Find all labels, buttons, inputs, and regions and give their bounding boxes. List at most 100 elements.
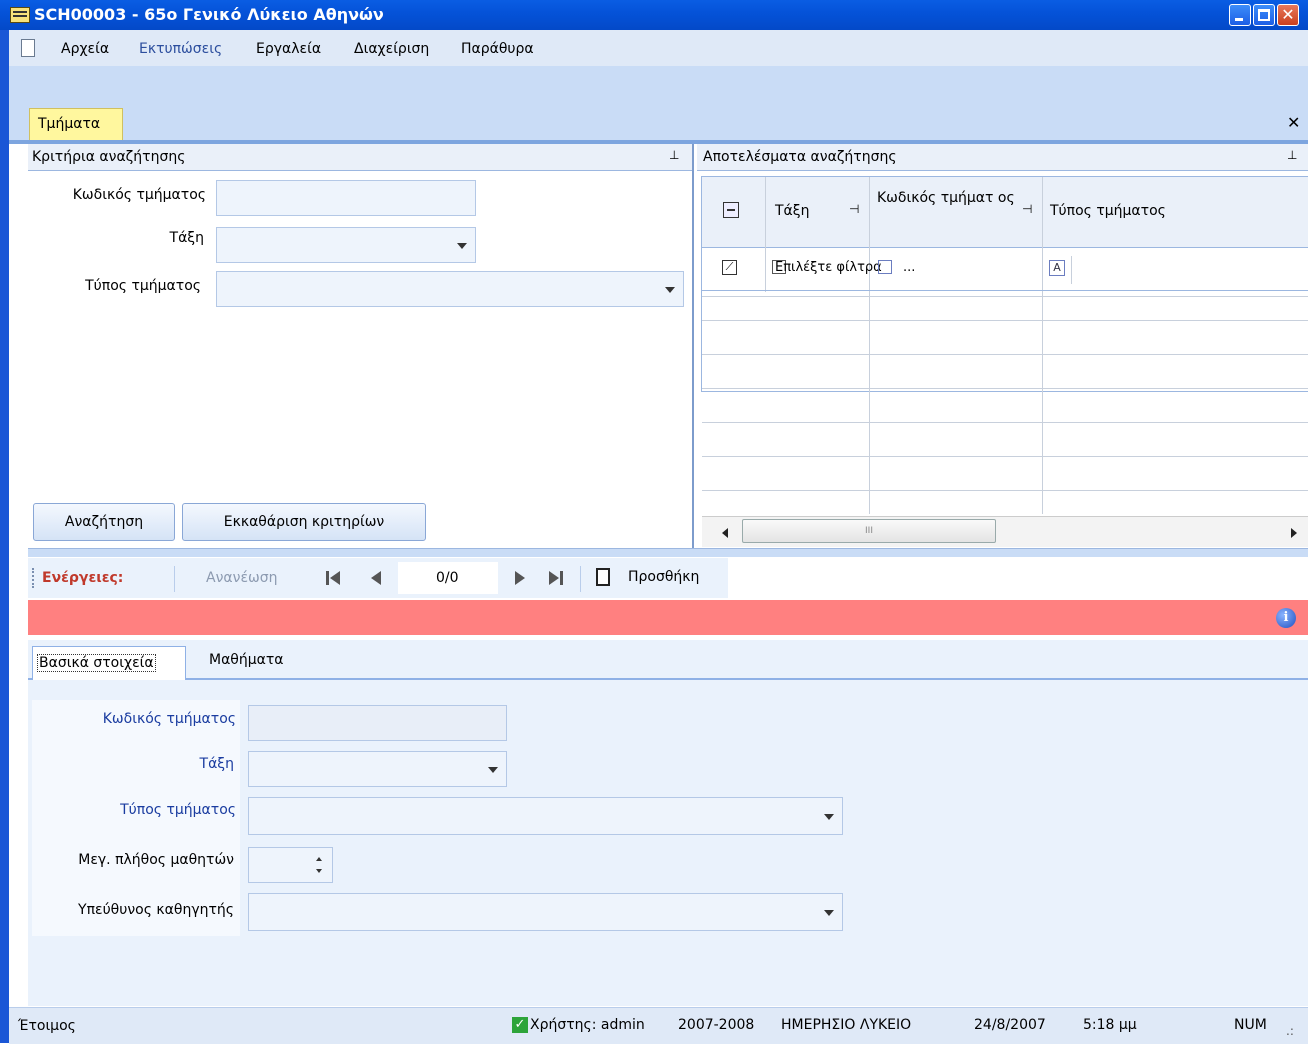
document-tab-strip xyxy=(9,66,1308,144)
filter-operator-icon[interactable] xyxy=(878,260,892,274)
grid-divider xyxy=(869,320,870,514)
minimize-button[interactable] xyxy=(1229,4,1251,26)
grid-divider xyxy=(1042,320,1043,514)
clear-criteria-button[interactable]: Εκκαθάριση κριτηρίων xyxy=(182,503,426,541)
actions-toolbar: Ενέργειες: Ανανέωση 0/0 Προσθήκη xyxy=(28,558,728,598)
grid-row-line xyxy=(702,422,1308,423)
info-icon[interactable]: i xyxy=(1276,608,1296,628)
close-window-button[interactable]: ✕ xyxy=(1277,4,1299,26)
tab-basic-info-label: Βασικά στοιχεία xyxy=(37,654,156,672)
menu-prints[interactable]: Εκτυπώσεις xyxy=(139,41,222,57)
criteria-class-select[interactable] xyxy=(216,227,476,263)
document-icon xyxy=(21,39,35,57)
grid-row-line xyxy=(702,354,1308,355)
grid-row-line xyxy=(702,490,1308,491)
max-students-stepper[interactable] xyxy=(248,847,333,883)
maximize-button[interactable] xyxy=(1253,4,1275,26)
notification-bar: i xyxy=(28,600,1308,635)
refresh-button[interactable]: Ανανέωση xyxy=(206,570,277,586)
column-header-type[interactable]: Τύπος τμήματος xyxy=(1050,203,1166,219)
status-num: NUM xyxy=(1234,1017,1267,1033)
results-header: Αποτελέσματα αναζήτησης ⊥ xyxy=(697,144,1308,171)
menu-windows[interactable]: Παράθυρα xyxy=(461,41,534,57)
detail-class-label: Τάξη xyxy=(199,756,234,772)
stepper-down-icon[interactable] xyxy=(316,869,322,873)
toolbar-grip xyxy=(32,568,36,588)
record-position: 0/0 xyxy=(436,570,459,586)
grid-row-line xyxy=(702,388,1308,389)
detail-form-area xyxy=(28,680,1308,1006)
detail-type-label: Τύπος τμήματος xyxy=(120,802,236,818)
criteria-code-input[interactable] xyxy=(216,180,476,216)
menu-bar: Αρχεία Εκτυπώσεις Εργαλεία Διαχείριση Πα… xyxy=(9,30,1308,67)
tab-classes-label: Τμήματα xyxy=(38,116,101,132)
close-icon: ✕ xyxy=(1281,5,1295,24)
check-icon: ✓ xyxy=(512,1017,528,1033)
scroll-thumb-grip: III xyxy=(865,526,873,536)
chevron-down-icon xyxy=(488,767,498,773)
status-year: 2007-2008 xyxy=(678,1017,755,1033)
criteria-class-label: Τάξη xyxy=(169,230,204,246)
scroll-right-icon[interactable] xyxy=(1291,528,1297,538)
criteria-type-select[interactable] xyxy=(216,271,684,307)
scroll-left-icon[interactable] xyxy=(722,528,728,538)
search-criteria-title: Κριτήρια αναζήτησης xyxy=(32,149,186,165)
tab-classes[interactable]: Τμήματα xyxy=(29,108,123,140)
filter-text-icon[interactable]: A xyxy=(1049,260,1065,276)
app-icon xyxy=(10,7,30,23)
last-record-icon[interactable] xyxy=(546,568,568,588)
detail-tab-strip: Βασικά στοιχεία Μαθήματα xyxy=(28,640,1308,680)
criteria-type-label: Τύπος τμήματος xyxy=(85,278,201,294)
close-document-icon[interactable]: ✕ xyxy=(1287,113,1300,132)
record-position-field[interactable]: 0/0 xyxy=(398,562,498,594)
next-record-icon[interactable] xyxy=(510,568,532,588)
filter-placeholder[interactable]: Επιλέξτε φίλτρα xyxy=(775,260,882,275)
detail-teacher-select[interactable] xyxy=(248,893,843,931)
detail-teacher-label: Υπεύθυνος καθηγητής xyxy=(78,902,234,918)
first-record-icon[interactable] xyxy=(324,568,346,588)
horizontal-scrollbar[interactable]: III xyxy=(702,516,1308,547)
chevron-down-icon xyxy=(824,814,834,820)
criteria-code-label: Κωδικός τμήματος xyxy=(72,187,206,203)
stepper-up-icon[interactable] xyxy=(316,857,322,861)
label-column-bg xyxy=(32,700,240,936)
search-button[interactable]: Αναζήτηση xyxy=(33,503,175,541)
menu-files[interactable]: Αρχεία xyxy=(61,41,109,57)
column-pin-icon[interactable]: ⊣ xyxy=(849,202,859,216)
grid-divider xyxy=(1071,256,1072,284)
scroll-thumb[interactable]: III xyxy=(742,519,996,543)
grid-row-line xyxy=(702,296,1308,297)
title-bar: SCH00003 - 65ο Γενικό Λύκειο Αθηνών ✕ xyxy=(0,0,1308,30)
filter-ellipsis[interactable]: ... xyxy=(903,260,915,275)
column-header-class[interactable]: Τάξη xyxy=(775,203,809,219)
detail-code-input[interactable] xyxy=(248,705,507,741)
column-pin-icon[interactable]: ⊣ xyxy=(1022,202,1032,216)
tab-courses[interactable]: Μαθήματα xyxy=(209,652,284,668)
results-title: Αποτελέσματα αναζήτησης xyxy=(703,149,897,165)
detail-type-select[interactable] xyxy=(248,797,843,835)
resize-grip-icon[interactable]: .: xyxy=(1286,1024,1294,1038)
grid-row-line xyxy=(702,320,1308,321)
previous-record-icon[interactable] xyxy=(366,568,388,588)
add-button[interactable]: Προσθήκη xyxy=(628,569,699,585)
pin-icon[interactable]: ⊥ xyxy=(669,148,679,162)
column-chooser-icon[interactable] xyxy=(723,202,739,218)
chevron-down-icon xyxy=(457,243,467,249)
tab-basic-info[interactable]: Βασικά στοιχεία xyxy=(32,646,186,680)
menu-admin[interactable]: Διαχείριση xyxy=(354,41,429,57)
results-panel: Αποτελέσματα αναζήτησης ⊥ Τάξη ⊣ Κωδικός… xyxy=(697,144,1308,548)
column-header-code[interactable]: Κωδικός τμήματ ος xyxy=(877,188,1017,208)
actions-label: Ενέργειες: xyxy=(42,570,124,586)
menu-tools[interactable]: Εργαλεία xyxy=(256,41,321,57)
detail-class-select[interactable] xyxy=(248,751,507,787)
grid-row-line xyxy=(702,456,1308,457)
chevron-down-icon xyxy=(665,287,675,293)
detail-max-students-label: Μεγ. πλήθος μαθητών xyxy=(78,852,234,868)
status-user: Χρήστης: admin xyxy=(530,1017,645,1033)
add-icon[interactable] xyxy=(596,568,610,586)
detail-code-label: Κωδικός τμήματος xyxy=(102,711,236,727)
pin-icon[interactable]: ⊥ xyxy=(1287,148,1297,162)
status-time: 5:18 μμ xyxy=(1083,1017,1137,1033)
filter-icon[interactable]: ⟋ xyxy=(722,260,737,275)
horizontal-splitter[interactable] xyxy=(28,548,1308,557)
